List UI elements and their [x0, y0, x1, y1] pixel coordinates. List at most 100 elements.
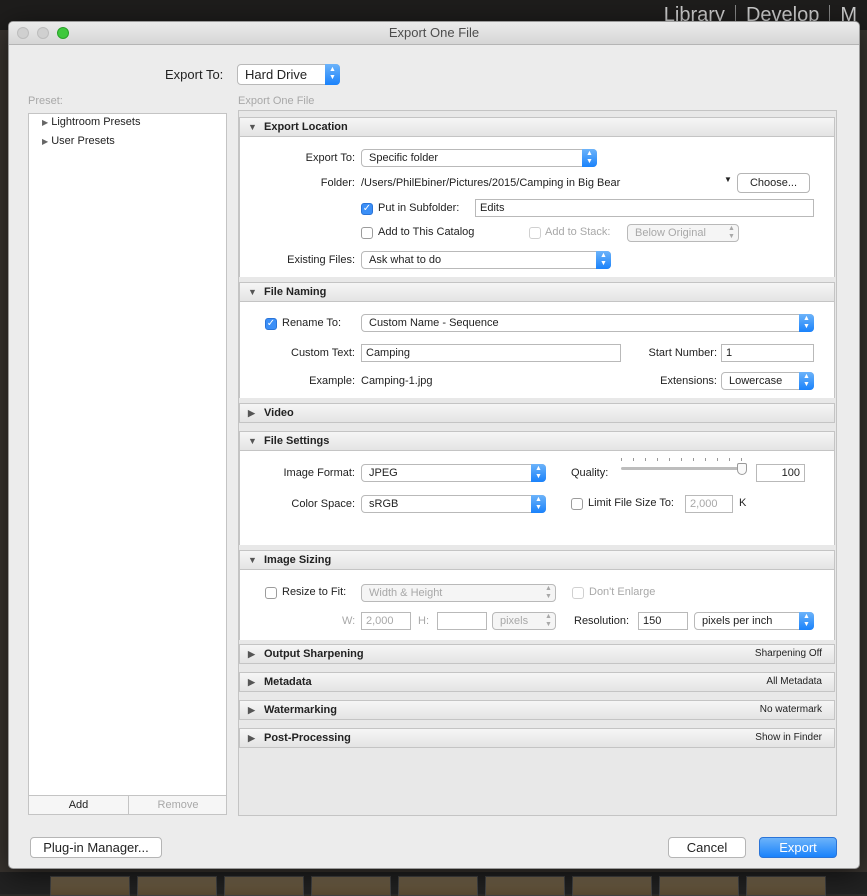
- width-input[interactable]: 2,000: [361, 612, 411, 630]
- remove-preset-button[interactable]: Remove: [129, 796, 227, 814]
- color-space-dropdown[interactable]: sRGB ▲ ▼: [361, 495, 546, 513]
- limit-file-size-checkbox[interactable]: [571, 498, 583, 510]
- export-dialog: Export One File Export To: Hard Drive ▲ ▼…: [8, 21, 860, 869]
- zoom-window-button[interactable]: [57, 27, 69, 39]
- disclosure-triangle-closed-icon: ▶: [248, 649, 255, 659]
- filmstrip-thumbnail[interactable]: [485, 876, 565, 896]
- resize-mode-dropdown[interactable]: Width & Height ▲ ▼: [361, 584, 556, 602]
- preset-label: Preset:: [28, 95, 63, 107]
- folder-path: /Users/PhilEbiner/Pictures/2015/Camping …: [361, 177, 621, 189]
- example-value: Camping-1.jpg: [361, 375, 433, 387]
- dont-enlarge-checkbox[interactable]: [572, 587, 584, 599]
- plugin-manager-button[interactable]: Plug-in Manager...: [30, 837, 162, 858]
- preset-group-label: Export One File: [238, 95, 315, 107]
- preset-folder-lightroom[interactable]: ▶ Lightroom Presets: [42, 116, 140, 128]
- height-label: H:: [418, 615, 429, 627]
- export-button[interactable]: Export: [759, 837, 837, 858]
- add-to-stack-checkbox[interactable]: [529, 227, 541, 239]
- resolution-input[interactable]: 150: [638, 612, 688, 630]
- resize-mode-value: Width & Height: [369, 587, 443, 599]
- export-destination-dropdown[interactable]: Specific folder ▲ ▼: [361, 149, 597, 167]
- chevron-updown-icon: ▲ ▼: [799, 314, 814, 332]
- cancel-button[interactable]: Cancel: [668, 837, 746, 858]
- rename-template-dropdown[interactable]: Custom Name - Sequence ▲ ▼: [361, 314, 814, 332]
- choose-folder-button[interactable]: Choose...: [737, 173, 810, 193]
- section-export-location-body: Export To: Specific folder ▲ ▼ Folder: /U…: [239, 137, 835, 277]
- extensions-dropdown[interactable]: Lowercase ▲ ▼: [721, 372, 814, 390]
- rename-label: Rename To:: [282, 317, 342, 329]
- section-video-header[interactable]: ▶ Video: [239, 403, 835, 423]
- section-title: Export Location: [264, 121, 348, 133]
- size-units-dropdown[interactable]: pixels ▲ ▼: [492, 612, 556, 630]
- quality-slider[interactable]: [619, 455, 749, 481]
- minimize-window-button[interactable]: [37, 27, 49, 39]
- dialog-title: Export One File: [388, 25, 480, 40]
- extensions-value: Lowercase: [729, 375, 783, 387]
- filmstrip-thumbnail[interactable]: [224, 876, 304, 896]
- section-image-sizing-header[interactable]: ▼ Image Sizing: [239, 550, 835, 570]
- section-title: Metadata: [264, 676, 312, 688]
- section-title: Watermarking: [264, 704, 337, 716]
- resolution-unit-value: pixels per inch: [702, 615, 773, 627]
- preset-folder-user[interactable]: ▶ User Presets: [42, 135, 115, 147]
- disclosure-triangle-open-icon: ▼: [248, 436, 257, 446]
- section-file-settings-header[interactable]: ▼ File Settings: [239, 431, 835, 451]
- slider-tick: [741, 458, 742, 461]
- resize-to-fit-checkbox[interactable]: [265, 587, 277, 599]
- chevron-updown-icon: ▲ ▼: [799, 612, 814, 630]
- custom-text-input[interactable]: Camping: [361, 344, 621, 362]
- add-to-catalog-checkbox[interactable]: [361, 227, 373, 239]
- filmstrip-thumbnail[interactable]: [659, 876, 739, 896]
- slider-thumb[interactable]: [737, 463, 747, 475]
- section-title: Video: [264, 407, 294, 419]
- limit-file-size-input[interactable]: 2,000: [685, 495, 733, 513]
- section-file-naming-body: ✓ Rename To: Custom Name - Sequence ▲ ▼ C…: [239, 302, 835, 398]
- section-image-sizing-body: Resize to Fit: Width & Height ▲ ▼ Don't E…: [239, 570, 835, 640]
- filmstrip-thumbnail[interactable]: [398, 876, 478, 896]
- extensions-label: Extensions:: [660, 375, 717, 387]
- rename-template-value: Custom Name - Sequence: [369, 317, 499, 329]
- slider-tick: [729, 458, 730, 461]
- filmstrip-thumbnail[interactable]: [50, 876, 130, 896]
- slider-tick: [669, 458, 670, 461]
- chevron-updown-icon: ▲ ▼: [545, 613, 552, 628]
- preset-buttons: Add Remove: [28, 796, 227, 815]
- stack-position-dropdown[interactable]: Below Original ▲ ▼: [627, 224, 739, 242]
- section-watermarking-header[interactable]: ▶ Watermarking No watermark: [239, 700, 835, 720]
- subfolder-checkbox[interactable]: ✓: [361, 203, 373, 215]
- export-to-dropdown[interactable]: Hard Drive ▲ ▼: [237, 64, 340, 85]
- preset-folder-label: User Presets: [51, 135, 115, 147]
- chevron-updown-icon: ▲ ▼: [325, 64, 340, 85]
- disclosure-triangle-open-icon: ▼: [248, 122, 257, 132]
- disclosure-triangle-closed-icon: ▶: [248, 408, 255, 418]
- existing-files-dropdown[interactable]: Ask what to do ▲ ▼: [361, 251, 611, 269]
- existing-files-value: Ask what to do: [369, 254, 442, 266]
- section-export-location-header[interactable]: ▼ Export Location: [239, 117, 835, 137]
- subfolder-label: Put in Subfolder:: [378, 202, 460, 214]
- section-file-naming-header[interactable]: ▼ File Naming: [239, 282, 835, 302]
- quality-input[interactable]: 100: [756, 464, 805, 482]
- width-label: W:: [342, 615, 356, 627]
- start-number-input[interactable]: 1: [721, 344, 814, 362]
- filmstrip-thumbnail[interactable]: [311, 876, 391, 896]
- chevron-updown-icon: ▲ ▼: [531, 464, 546, 482]
- image-format-dropdown[interactable]: JPEG ▲ ▼: [361, 464, 546, 482]
- close-window-button[interactable]: [17, 27, 29, 39]
- add-preset-button[interactable]: Add: [29, 796, 129, 814]
- section-output-sharpening-header[interactable]: ▶ Output Sharpening Sharpening Off: [239, 644, 835, 664]
- filmstrip-thumbnail[interactable]: [572, 876, 652, 896]
- height-input[interactable]: [437, 612, 487, 630]
- folder-history-arrow-icon[interactable]: ▼: [724, 175, 732, 184]
- slider-tick: [657, 458, 658, 461]
- stack-position-value: Below Original: [635, 227, 706, 239]
- filmstrip-thumbnail[interactable]: [137, 876, 217, 896]
- resolution-unit-dropdown[interactable]: pixels per inch ▲ ▼: [694, 612, 814, 630]
- filmstrip-thumbnail[interactable]: [746, 876, 826, 896]
- section-post-processing-header[interactable]: ▶ Post-Processing Show in Finder: [239, 728, 835, 748]
- subfolder-input[interactable]: Edits: [475, 199, 814, 217]
- example-label: Example:: [309, 375, 355, 387]
- chevron-updown-icon: ▲ ▼: [799, 372, 814, 390]
- rename-checkbox[interactable]: ✓: [265, 318, 277, 330]
- section-metadata-header[interactable]: ▶ Metadata All Metadata: [239, 672, 835, 692]
- export-to-label: Export To:: [165, 67, 224, 82]
